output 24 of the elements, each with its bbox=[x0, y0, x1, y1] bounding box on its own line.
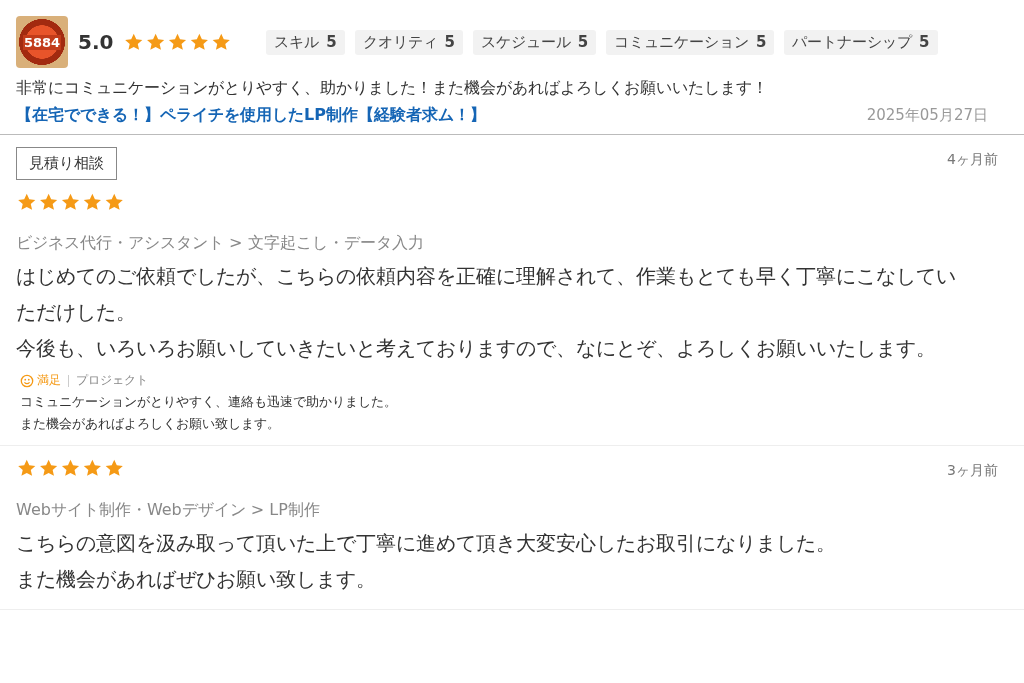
rating-chip: スケジュール 5 bbox=[472, 29, 597, 55]
request-tag: 見積り相談 bbox=[16, 147, 117, 180]
review-time: 4ヶ月前 bbox=[947, 151, 998, 169]
reply-type: プロジェクト bbox=[76, 372, 148, 389]
review-text: また機会があればぜひお願い致します。 bbox=[16, 566, 377, 593]
review-text: こちらの意図を汲み取って頂いた上で丁寧に進めて頂き大変安心したお取引になりました。 bbox=[16, 530, 837, 557]
avatar: 5884 bbox=[16, 16, 68, 68]
review-text: はじめてのご依頼でしたが、こちらの依頼内容を正確に理解されて、作業もとても早く丁寧にこなしていただけした。 bbox=[16, 263, 957, 326]
rating-chip: スキル 5 bbox=[266, 29, 345, 55]
rating-chip: パートナーシップ 5 bbox=[784, 29, 938, 55]
satisfaction-label: 満足 bbox=[37, 372, 61, 389]
review-time: 3ヶ月前 bbox=[947, 462, 998, 480]
review-date: 2025年05月27日 bbox=[866, 106, 988, 125]
rating-chip: クオリティ 5 bbox=[354, 29, 463, 55]
review-comment: 非常にコミュニケーションがとりやすく、助かりました！また機会があればよろしくお願いいたします！ bbox=[16, 78, 769, 99]
job-link[interactable]: 【在宅でできる！】ペライチを使用したLP制作【経験者求ム！】 bbox=[16, 105, 486, 126]
smiley-icon bbox=[20, 373, 34, 388]
reply-text: また機会があればよろしくお願い致します。 bbox=[20, 415, 281, 433]
category-path: ビジネス代行・アシスタント > 文字起こし・データ入力 bbox=[16, 233, 425, 254]
rating-chip: コミュニケーション 5 bbox=[606, 29, 775, 55]
rating-score: 5.0 bbox=[78, 30, 114, 54]
review-text: 今後も、いろいろお願いしていきたいと考えておりますので、なにとぞ、よろしくお願いいたします。 bbox=[16, 335, 937, 362]
category-path: Webサイト制作・Webデザイン > LP制作 bbox=[16, 500, 321, 521]
reply-text: コミュニケーションがとりやすく、連絡も迅速で助かりました。 bbox=[20, 393, 398, 411]
